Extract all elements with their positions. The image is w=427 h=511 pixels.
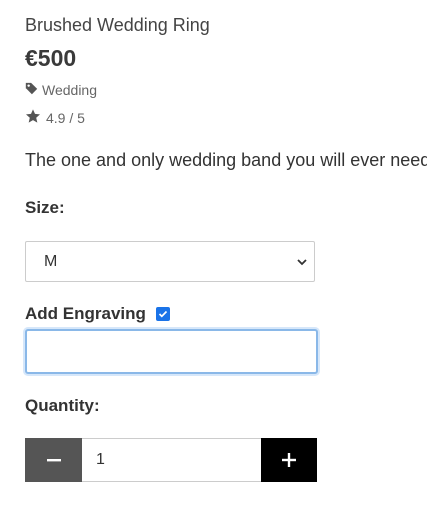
tag-icon (25, 82, 42, 98)
minus-icon (46, 459, 61, 462)
engraving-checkbox[interactable] (155, 307, 170, 321)
engraving-input[interactable] (25, 329, 318, 374)
chevron-down-icon (296, 255, 308, 273)
quantity-label: Quantity: (25, 396, 100, 415)
product-rating: 4.9 / 5 (25, 108, 85, 127)
rating-value: 4.9 / 5 (46, 109, 85, 126)
tag-label: Wedding (42, 82, 98, 98)
product-title: Brushed Wedding Ring (25, 15, 210, 35)
check-icon (158, 310, 168, 318)
size-selected-value: M (44, 252, 58, 270)
quantity-increase-button[interactable] (261, 438, 317, 482)
quantity-decrease-button[interactable] (25, 438, 82, 482)
quantity-stepper: 1 (25, 438, 317, 482)
product-price: €500 (25, 45, 77, 71)
quantity-value: 1 (96, 451, 105, 468)
size-select[interactable]: M (25, 241, 315, 282)
quantity-input[interactable]: 1 (82, 438, 261, 482)
star-icon (25, 108, 46, 127)
plus-icon (282, 453, 296, 467)
engraving-label: Add Engraving (25, 304, 146, 323)
product-tag[interactable]: Wedding (25, 82, 97, 98)
size-label: Size: (25, 198, 65, 217)
engraving-option: Add Engraving (25, 304, 170, 324)
product-description: The one and only wedding band you will e… (25, 150, 427, 170)
